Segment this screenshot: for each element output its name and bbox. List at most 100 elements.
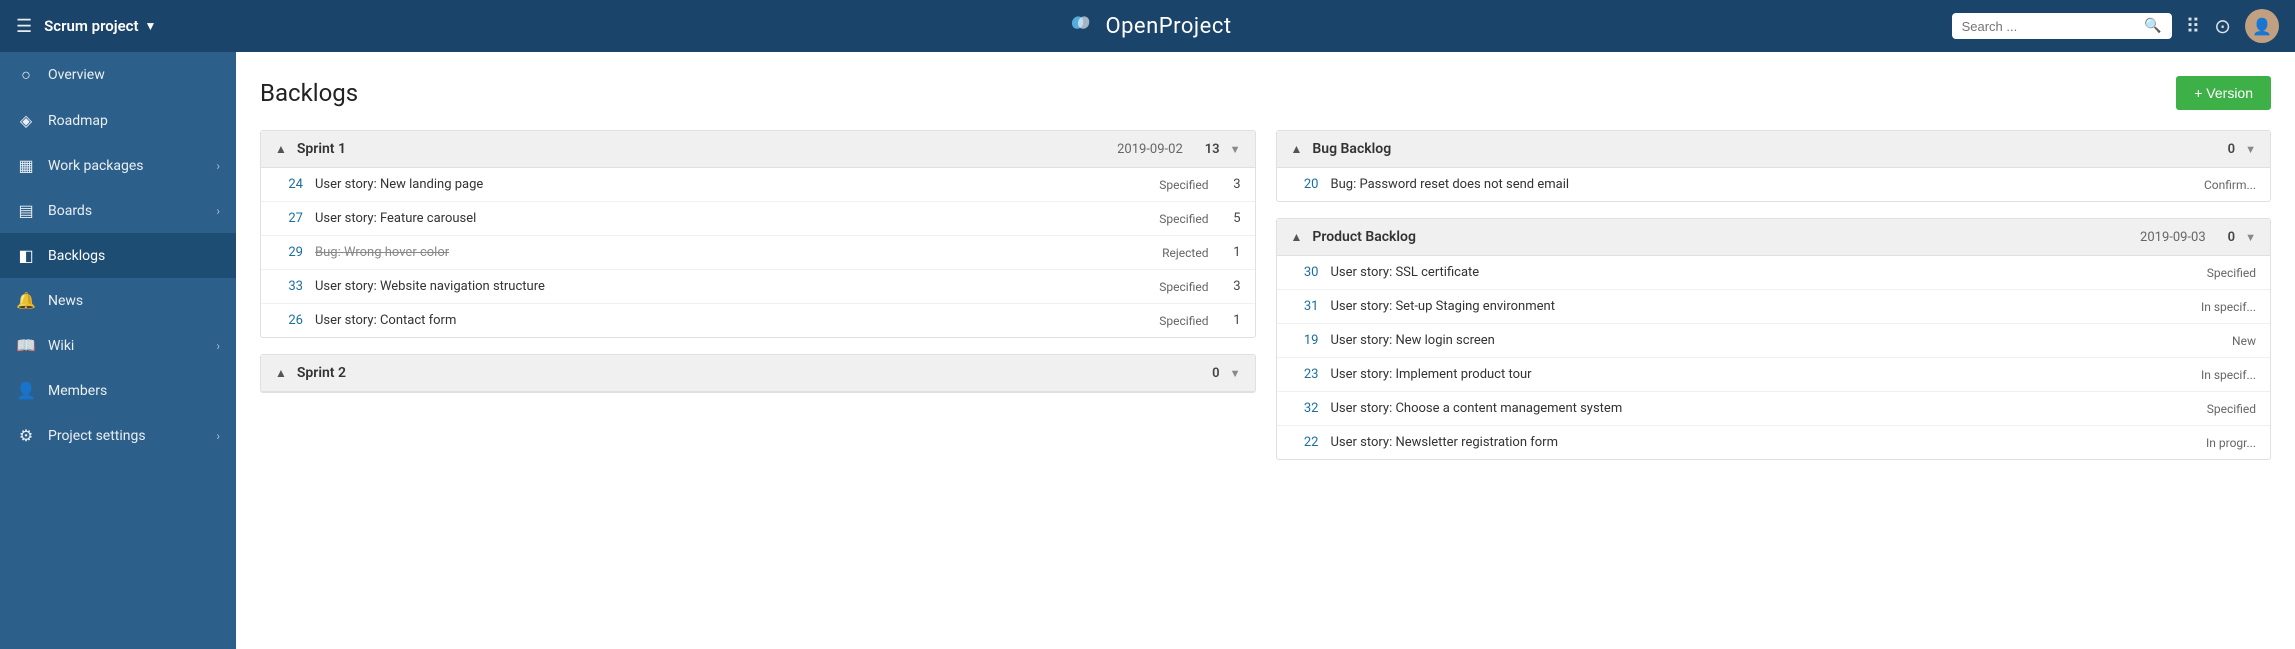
issue-status-20: Confirm... bbox=[2176, 178, 2256, 192]
sprint-1-caret-icon[interactable]: ▼ bbox=[1230, 143, 1241, 156]
pb-row-31: 31 User story: Set-up Staging environmen… bbox=[1277, 290, 2271, 324]
backlog-grid: ▲ Sprint 1 2019-09-02 13 ▼ 24 User story… bbox=[260, 130, 2271, 460]
sprint-1-row-29: 29 Bug: Wrong hover color Rejected 1 bbox=[261, 236, 1255, 270]
sidebar-item-boards[interactable]: ▤ Boards › bbox=[0, 188, 236, 233]
top-navigation: ☰ Scrum project ▼ OpenProject 🔍 ⠿ ⊙ 👤 bbox=[0, 0, 2295, 52]
issue-id-27[interactable]: 27 bbox=[275, 211, 303, 226]
sprint-1-row-26: 26 User story: Contact form Specified 1 bbox=[261, 304, 1255, 337]
issue-status-32: Specified bbox=[2176, 402, 2256, 416]
project-settings-icon: ⚙ bbox=[16, 426, 36, 445]
sprint-2-toggle-icon[interactable]: ▲ bbox=[275, 366, 287, 380]
issue-id-32[interactable]: 32 bbox=[1291, 401, 1319, 416]
pb-row-32: 32 User story: Choose a content manageme… bbox=[1277, 392, 2271, 426]
sprint-1-toggle-icon[interactable]: ▲ bbox=[275, 142, 287, 156]
pb-row-22: 22 User story: Newsletter registration f… bbox=[1277, 426, 2271, 459]
bug-backlog-count: 0 bbox=[2228, 142, 2235, 157]
issue-status-30: Specified bbox=[2176, 266, 2256, 280]
sprint-2-header: ▲ Sprint 2 0 ▼ bbox=[261, 355, 1255, 392]
nav-right-icons: 🔍 ⠿ ⊙ 👤 bbox=[1952, 9, 2279, 43]
search-icon: 🔍 bbox=[2144, 18, 2161, 34]
apps-icon[interactable]: ⠿ bbox=[2186, 14, 2201, 38]
issue-title-33: User story: Website navigation structure bbox=[315, 279, 1117, 294]
bug-row-20: 20 Bug: Password reset does not send ema… bbox=[1277, 168, 2271, 201]
add-version-button[interactable]: + Version bbox=[2176, 76, 2271, 110]
hamburger-icon[interactable]: ☰ bbox=[16, 16, 32, 37]
wiki-icon: 📖 bbox=[16, 336, 36, 355]
boards-icon: ▤ bbox=[16, 201, 36, 220]
sprint-2-name: Sprint 2 bbox=[297, 365, 1180, 381]
sidebar-item-overview[interactable]: ○ Overview bbox=[0, 52, 236, 98]
news-icon: 🔔 bbox=[16, 291, 36, 310]
logo-text: OpenProject bbox=[1105, 14, 1231, 39]
product-backlog-toggle-icon[interactable]: ▲ bbox=[1291, 230, 1303, 244]
issue-status-22: In progr... bbox=[2176, 436, 2256, 450]
product-backlog-date: 2019-09-03 bbox=[2140, 230, 2206, 245]
sidebar-item-roadmap[interactable]: ◈ Roadmap bbox=[0, 98, 236, 143]
right-column: ▲ Bug Backlog 0 ▼ 20 Bug: Password reset… bbox=[1276, 130, 2272, 460]
bug-backlog-toggle-icon[interactable]: ▲ bbox=[1291, 142, 1303, 156]
app-logo: OpenProject bbox=[1063, 12, 1231, 40]
main-content: Backlogs + Version ▲ Sprint 1 2019-09-02… bbox=[236, 52, 2295, 649]
sidebar-item-backlogs[interactable]: ◧ Backlogs bbox=[0, 233, 236, 278]
issue-id-23[interactable]: 23 bbox=[1291, 367, 1319, 382]
members-icon: 👤 bbox=[16, 381, 36, 400]
issue-title-31: User story: Set-up Staging environment bbox=[1331, 299, 2165, 314]
sprint-2-caret-icon[interactable]: ▼ bbox=[1230, 367, 1241, 380]
overview-icon: ○ bbox=[16, 65, 36, 85]
sprint-2-count: 0 bbox=[1212, 366, 1219, 381]
issue-id-26[interactable]: 26 bbox=[275, 313, 303, 328]
issue-title-19: User story: New login screen bbox=[1331, 333, 2165, 348]
issue-status-19: New bbox=[2176, 334, 2256, 348]
help-icon[interactable]: ⊙ bbox=[2214, 14, 2231, 38]
sprint-2-block: ▲ Sprint 2 0 ▼ bbox=[260, 354, 1256, 393]
sprint-1-name: Sprint 1 bbox=[297, 141, 1107, 157]
issue-id-19[interactable]: 19 bbox=[1291, 333, 1319, 348]
issue-id-31[interactable]: 31 bbox=[1291, 299, 1319, 314]
wiki-arrow-icon: › bbox=[216, 339, 220, 353]
issue-status-24: Specified bbox=[1129, 178, 1209, 192]
backlogs-icon: ◧ bbox=[16, 246, 36, 265]
work-packages-arrow-icon: › bbox=[216, 159, 220, 173]
project-caret-icon: ▼ bbox=[145, 19, 157, 33]
issue-points-29: 1 bbox=[1221, 245, 1241, 260]
product-backlog-caret-icon[interactable]: ▼ bbox=[2245, 231, 2256, 244]
boards-arrow-icon: › bbox=[216, 204, 220, 218]
issue-id-30[interactable]: 30 bbox=[1291, 265, 1319, 280]
issue-id-24[interactable]: 24 bbox=[275, 177, 303, 192]
issue-status-29: Rejected bbox=[1129, 246, 1209, 260]
sidebar-item-news[interactable]: 🔔 News bbox=[0, 278, 236, 323]
issue-id-20[interactable]: 20 bbox=[1291, 177, 1319, 192]
bug-backlog-block: ▲ Bug Backlog 0 ▼ 20 Bug: Password reset… bbox=[1276, 130, 2272, 202]
sidebar-item-project-settings[interactable]: ⚙ Project settings › bbox=[0, 413, 236, 458]
bug-backlog-header: ▲ Bug Backlog 0 ▼ bbox=[1277, 131, 2271, 168]
left-column: ▲ Sprint 1 2019-09-02 13 ▼ 24 User story… bbox=[260, 130, 1256, 460]
search-input[interactable] bbox=[1962, 19, 2137, 34]
issue-status-31: In specif... bbox=[2176, 300, 2256, 314]
sidebar: ○ Overview ◈ Roadmap ▦ Work packages › ▤… bbox=[0, 52, 236, 649]
sprint-1-row-24: 24 User story: New landing page Specifie… bbox=[261, 168, 1255, 202]
user-avatar[interactable]: 👤 bbox=[2245, 9, 2279, 43]
product-backlog-header: ▲ Product Backlog 2019-09-03 0 ▼ bbox=[1277, 219, 2271, 256]
sprint-1-header: ▲ Sprint 1 2019-09-02 13 ▼ bbox=[261, 131, 1255, 168]
work-packages-icon: ▦ bbox=[16, 156, 36, 175]
project-settings-arrow-icon: › bbox=[216, 429, 220, 443]
sidebar-item-members[interactable]: 👤 Members bbox=[0, 368, 236, 413]
issue-title-27: User story: Feature carousel bbox=[315, 211, 1117, 226]
issue-title-29: Bug: Wrong hover color bbox=[315, 245, 1117, 260]
main-layout: ○ Overview ◈ Roadmap ▦ Work packages › ▤… bbox=[0, 52, 2295, 649]
sidebar-item-work-packages[interactable]: ▦ Work packages › bbox=[0, 143, 236, 188]
issue-id-33[interactable]: 33 bbox=[275, 279, 303, 294]
sprint-1-row-27: 27 User story: Feature carousel Specifie… bbox=[261, 202, 1255, 236]
issue-id-29[interactable]: 29 bbox=[275, 245, 303, 260]
issue-points-26: 1 bbox=[1221, 313, 1241, 328]
issue-id-22[interactable]: 22 bbox=[1291, 435, 1319, 450]
bug-backlog-caret-icon[interactable]: ▼ bbox=[2245, 143, 2256, 156]
project-title[interactable]: Scrum project ▼ bbox=[44, 17, 156, 35]
issue-title-32: User story: Choose a content management … bbox=[1331, 401, 2165, 416]
issue-points-27: 5 bbox=[1221, 211, 1241, 226]
search-box[interactable]: 🔍 bbox=[1952, 13, 2172, 39]
product-backlog-block: ▲ Product Backlog 2019-09-03 0 ▼ 30 User… bbox=[1276, 218, 2272, 460]
issue-status-23: In specif... bbox=[2176, 368, 2256, 382]
sidebar-item-wiki[interactable]: 📖 Wiki › bbox=[0, 323, 236, 368]
issue-title-23: User story: Implement product tour bbox=[1331, 367, 2165, 382]
